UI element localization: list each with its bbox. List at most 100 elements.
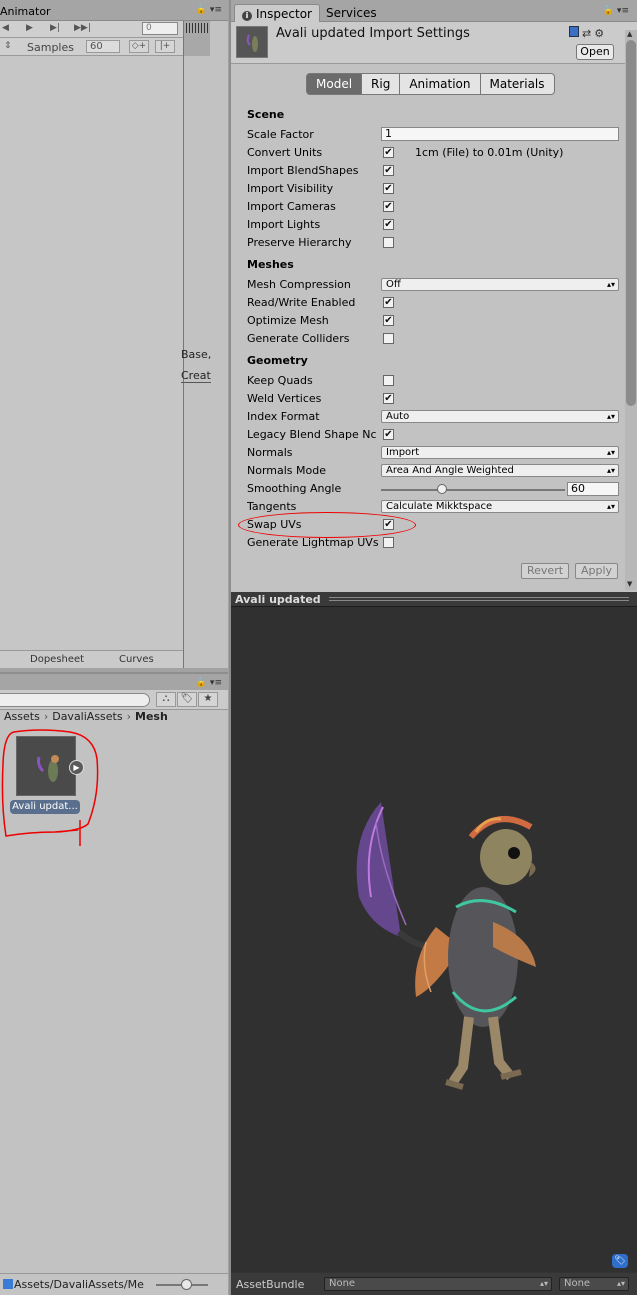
- annotation-ellipse: [238, 512, 416, 538]
- normals-mode-dropdown[interactable]: Area And Angle Weighted ▴▾: [381, 464, 619, 477]
- next-frame-icon[interactable]: ▶|: [50, 23, 60, 33]
- slider-knob[interactable]: [181, 1279, 192, 1290]
- dropdown-arrow-icon: ▴▾: [606, 280, 615, 289]
- breadcrumb-assets[interactable]: Assets: [4, 710, 40, 723]
- model-preview-viewport[interactable]: 🏷: [231, 607, 637, 1272]
- add-keyframe-icon[interactable]: ◇+: [129, 40, 149, 53]
- mesh-compression-label: Mesh Compression: [247, 278, 351, 291]
- import-blendshapes-label: Import BlendShapes: [247, 164, 359, 177]
- preset-icon[interactable]: ⇄: [582, 27, 591, 40]
- revert-button[interactable]: Revert: [521, 563, 570, 579]
- property-list: [0, 56, 183, 650]
- tab-inspector[interactable]: i Inspector: [234, 4, 320, 22]
- smoothing-angle-field[interactable]: 60: [567, 482, 619, 496]
- dropdown-arrow-icon: ▴▾: [606, 448, 615, 457]
- scale-factor-field[interactable]: 1: [381, 127, 619, 141]
- index-format-label: Index Format: [247, 410, 320, 423]
- inspector-scrollbar[interactable]: ▲ ▼: [625, 30, 637, 590]
- assetbundle-dropdown[interactable]: None ▴▾: [324, 1277, 552, 1291]
- import-lights-checkbox[interactable]: ✔: [383, 219, 394, 230]
- import-cameras-label: Import Cameras: [247, 200, 336, 213]
- preserve-hierarchy-label: Preserve Hierarchy: [247, 236, 352, 249]
- index-format-dropdown[interactable]: Auto ▴▾: [381, 410, 619, 423]
- section-scene: Scene: [247, 108, 285, 121]
- import-blendshapes-checkbox[interactable]: ✔: [383, 165, 394, 176]
- convert-units-checkbox[interactable]: ✔: [383, 147, 394, 158]
- preview-panel: Avali updated 🏷 AssetBundle None ▴▾ None…: [229, 592, 637, 1295]
- import-lights-label: Import Lights: [247, 218, 321, 231]
- scroll-down-icon[interactable]: ▼: [627, 580, 632, 588]
- label-tag-icon[interactable]: 🏷: [612, 1254, 628, 1268]
- samples-toolbar: ⇕ Samples 60 ◇+ |+: [0, 38, 183, 56]
- optimize-mesh-checkbox[interactable]: ✔: [383, 315, 394, 326]
- project-status-bar: Assets/DavaliAssets/Me: [0, 1273, 228, 1295]
- lightmap-uvs-label: Generate Lightmap UVs: [247, 536, 379, 549]
- assetbundle-variant-dropdown[interactable]: None ▴▾: [559, 1277, 629, 1291]
- tangents-dropdown[interactable]: Calculate Mikktspace ▴▾: [381, 500, 619, 513]
- open-button[interactable]: Open: [576, 44, 614, 60]
- breadcrumb-mesh[interactable]: Mesh: [135, 710, 168, 723]
- preview-titlebar: Avali updated: [231, 592, 637, 607]
- dropdown-arrow-icon: ▴▾: [606, 466, 615, 475]
- scroll-up-icon[interactable]: ▲: [627, 30, 632, 38]
- frame-field[interactable]: 0: [142, 22, 178, 35]
- lightmap-uvs-checkbox[interactable]: [383, 537, 394, 548]
- tab-rig[interactable]: Rig: [361, 73, 401, 95]
- breadcrumb-davaliassets[interactable]: DavaliAssets: [52, 710, 122, 723]
- tab-animation[interactable]: Animation: [399, 73, 481, 95]
- asset-path: Assets/DavaliAssets/Me: [14, 1278, 144, 1291]
- tab-curves[interactable]: Curves: [119, 654, 154, 665]
- help-book-icon[interactable]: [569, 26, 579, 37]
- label-tag-icon[interactable]: 🏷: [177, 692, 197, 707]
- normals-dropdown[interactable]: Import ▴▾: [381, 446, 619, 459]
- slider-knob[interactable]: [437, 484, 447, 494]
- apply-button[interactable]: Apply: [575, 563, 619, 579]
- preserve-hierarchy-checkbox[interactable]: [383, 237, 394, 248]
- last-frame-icon[interactable]: ▶▶|: [74, 23, 91, 33]
- drag-handle[interactable]: [329, 597, 629, 601]
- prev-frame-icon[interactable]: ◀: [2, 23, 9, 33]
- panel-menu-icon[interactable]: 🔒 ▾≡: [603, 6, 629, 16]
- tab-materials[interactable]: Materials: [479, 73, 555, 95]
- tab-services[interactable]: Services: [319, 4, 384, 22]
- scrollbar-thumb[interactable]: [626, 40, 636, 406]
- dopesheet-curves-tabs: Dopesheet Curves: [0, 650, 183, 668]
- filter-type-icon[interactable]: ⛬: [156, 692, 176, 707]
- weld-vertices-checkbox[interactable]: ✔: [383, 393, 394, 404]
- collapse-icon[interactable]: ⇕: [4, 41, 12, 51]
- animator-tabbar: Animator 🔒 ▾≡: [0, 0, 228, 21]
- header-icons: ⇄ ⚙: [569, 26, 607, 40]
- import-visibility-checkbox[interactable]: ✔: [383, 183, 394, 194]
- gear-icon[interactable]: ⚙: [594, 27, 604, 40]
- section-geometry: Geometry: [247, 354, 308, 367]
- import-tabs: Model Rig Animation Materials: [306, 73, 555, 95]
- convert-units-note: 1cm (File) to 0.01m (Unity): [415, 146, 564, 159]
- add-event-icon[interactable]: |+: [155, 40, 175, 53]
- import-cameras-checkbox[interactable]: ✔: [383, 201, 394, 212]
- samples-field[interactable]: 60: [86, 40, 120, 53]
- play-icon[interactable]: ▶: [26, 23, 33, 33]
- inspector-tabbar: i Inspector Services 🔒 ▾≡: [231, 0, 637, 22]
- mesh-compression-dropdown[interactable]: Off ▴▾: [381, 278, 619, 291]
- clipped-text: Create: [181, 369, 211, 383]
- annotation-scribble: [1, 729, 99, 846]
- generate-colliders-checkbox[interactable]: [383, 333, 394, 344]
- keep-quads-checkbox[interactable]: [383, 375, 394, 386]
- smoothing-angle-slider[interactable]: [381, 489, 565, 491]
- tab-model[interactable]: Model: [306, 73, 363, 95]
- panel-menu-icon[interactable]: 🔒 ▾≡: [196, 5, 222, 15]
- search-input[interactable]: [0, 693, 150, 707]
- timeline-ruler[interactable]: [183, 21, 210, 56]
- dopesheet-area[interactable]: [183, 56, 210, 668]
- animator-tab[interactable]: Animator: [0, 5, 51, 18]
- info-icon: i: [242, 11, 252, 21]
- legacy-blend-label: Legacy Blend Shape Nc: [247, 428, 377, 441]
- favorite-star-icon[interactable]: ★: [198, 692, 218, 707]
- section-meshes: Meshes: [247, 258, 294, 271]
- read-write-checkbox[interactable]: ✔: [383, 297, 394, 308]
- legacy-blend-checkbox[interactable]: ✔: [383, 429, 394, 440]
- keep-quads-label: Keep Quads: [247, 374, 313, 387]
- tab-dopesheet[interactable]: Dopesheet: [30, 654, 84, 665]
- panel-menu-icon[interactable]: 🔒 ▾≡: [196, 678, 222, 688]
- dropdown-arrow-icon: ▴▾: [606, 412, 615, 421]
